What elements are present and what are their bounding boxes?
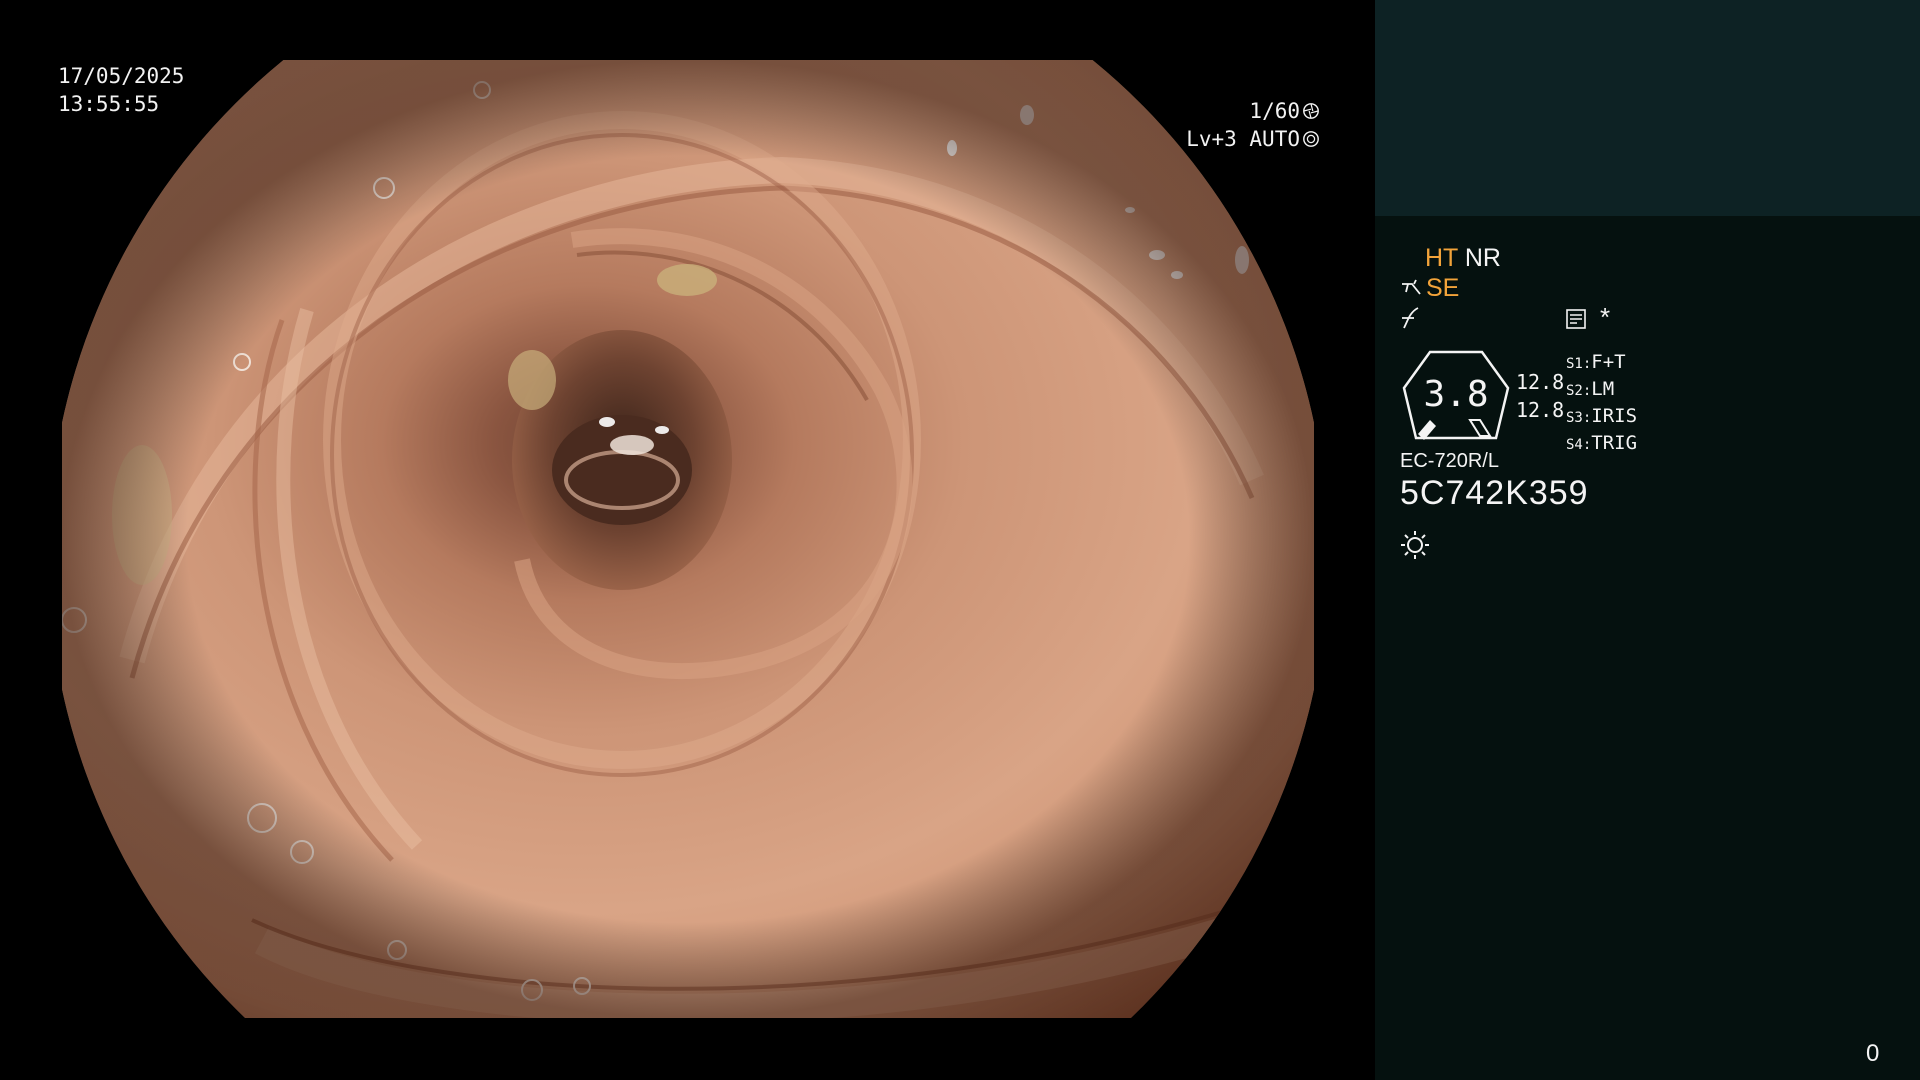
zoom-gauge-value: 3.8 (1423, 374, 1489, 415)
se-mode-label: SE (1426, 274, 1460, 302)
shutter-row: 1/60 (1186, 97, 1320, 125)
asterisk-mark: * (1600, 302, 1611, 332)
image-counter: 0 (1866, 1040, 1880, 1067)
memory-card-icon (1566, 309, 1586, 329)
switch-value: TRIG (1591, 432, 1638, 454)
air-water-icon (1402, 279, 1421, 295)
scope-serial: 5C742K359 (1400, 474, 1589, 512)
switch-row: S1:F+T (1566, 350, 1637, 377)
structure-enhance-icon (1402, 307, 1419, 329)
iris-row: Lv+3 AUTO (1186, 125, 1320, 153)
date-time-readout: 17/05/2025 13:55:55 (58, 62, 184, 118)
iris-mode-text: Lv+3 AUTO (1186, 127, 1300, 151)
switch-row: S3:IRIS (1566, 404, 1637, 431)
switch-row: S2:LM (1566, 377, 1637, 404)
time-text: 13:55:55 (58, 92, 160, 116)
value-b: 12.8 (1516, 398, 1565, 422)
shutter-icon (1303, 103, 1319, 119)
value-a: 12.8 (1516, 370, 1565, 394)
light-source-icon (1401, 531, 1429, 559)
exposure-readout: 1/60 Lv+3 AUTO (1186, 97, 1320, 153)
colon-lumen-image (62, 60, 1314, 1018)
endoscope-view (62, 60, 1314, 1018)
nr-mode-label: NR (1464, 244, 1501, 272)
date-text: 17/05/2025 (58, 64, 185, 88)
ht-mode-label: HT (1425, 244, 1458, 272)
switch-value: IRIS (1591, 405, 1638, 427)
iris-icon (1303, 131, 1319, 147)
switch-row: S4:TRIG (1566, 431, 1637, 458)
switch-key: S4: (1566, 437, 1592, 453)
scope-switch-list: S1:F+T S2:LM S3:IRIS S4:TRIG (1566, 350, 1637, 458)
info-panel-header (1375, 0, 1920, 216)
scope-model: EC-720R/L (1400, 450, 1499, 472)
enhancement-row: * (1400, 302, 1640, 334)
switch-key: S3: (1566, 410, 1592, 426)
switch-value: LM (1591, 378, 1615, 400)
image-mode-row: HT NR (1425, 244, 1501, 273)
switch-key: S1: (1566, 356, 1592, 372)
se-row: SE (1400, 274, 1459, 303)
switch-value: F+T (1591, 351, 1626, 373)
switch-key: S2: (1566, 383, 1592, 399)
shutter-speed-text: 1/60 (1249, 99, 1300, 123)
